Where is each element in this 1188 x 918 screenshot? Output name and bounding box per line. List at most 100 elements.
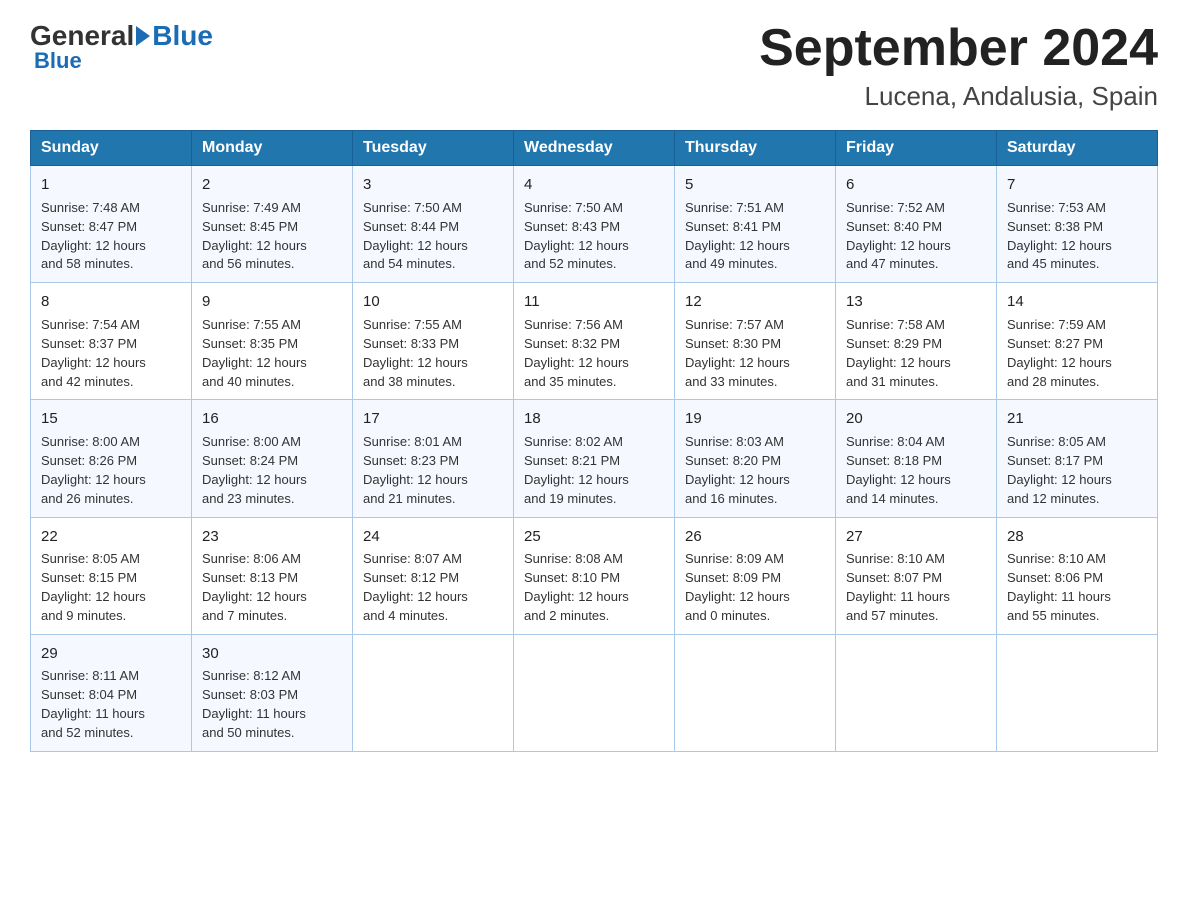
weekday-header-wednesday: Wednesday — [514, 131, 675, 166]
day-info: Sunrise: 8:08 AMSunset: 8:10 PMDaylight:… — [524, 550, 664, 625]
weekday-header-sunday: Sunday — [31, 131, 192, 166]
day-info: Sunrise: 7:56 AMSunset: 8:32 PMDaylight:… — [524, 316, 664, 391]
day-info: Sunrise: 8:00 AMSunset: 8:24 PMDaylight:… — [202, 433, 342, 508]
day-number: 15 — [41, 408, 181, 430]
calendar-cell: 1 Sunrise: 7:48 AMSunset: 8:47 PMDayligh… — [31, 166, 192, 283]
calendar-subtitle: Lucena, Andalusia, Spain — [759, 81, 1158, 112]
calendar-cell: 19 Sunrise: 8:03 AMSunset: 8:20 PMDaylig… — [675, 400, 836, 517]
week-row-2: 8 Sunrise: 7:54 AMSunset: 8:37 PMDayligh… — [31, 283, 1158, 400]
calendar-cell: 13 Sunrise: 7:58 AMSunset: 8:29 PMDaylig… — [836, 283, 997, 400]
day-number: 22 — [41, 526, 181, 548]
calendar-cell: 26 Sunrise: 8:09 AMSunset: 8:09 PMDaylig… — [675, 517, 836, 634]
calendar-cell: 25 Sunrise: 8:08 AMSunset: 8:10 PMDaylig… — [514, 517, 675, 634]
day-number: 6 — [846, 174, 986, 196]
logo-subtitle: Blue — [30, 48, 82, 74]
calendar-cell — [675, 634, 836, 751]
calendar-cell — [514, 634, 675, 751]
day-info: Sunrise: 7:54 AMSunset: 8:37 PMDaylight:… — [41, 316, 181, 391]
weekday-header-monday: Monday — [192, 131, 353, 166]
calendar-cell — [836, 634, 997, 751]
logo: General Blue Blue — [30, 20, 213, 74]
day-number: 16 — [202, 408, 342, 430]
day-number: 18 — [524, 408, 664, 430]
day-info: Sunrise: 7:48 AMSunset: 8:47 PMDaylight:… — [41, 199, 181, 274]
day-number: 5 — [685, 174, 825, 196]
calendar-cell: 12 Sunrise: 7:57 AMSunset: 8:30 PMDaylig… — [675, 283, 836, 400]
day-number: 10 — [363, 291, 503, 313]
day-number: 27 — [846, 526, 986, 548]
calendar-cell: 20 Sunrise: 8:04 AMSunset: 8:18 PMDaylig… — [836, 400, 997, 517]
day-number: 7 — [1007, 174, 1147, 196]
day-info: Sunrise: 8:10 AMSunset: 8:07 PMDaylight:… — [846, 550, 986, 625]
day-info: Sunrise: 8:00 AMSunset: 8:26 PMDaylight:… — [41, 433, 181, 508]
day-info: Sunrise: 7:50 AMSunset: 8:44 PMDaylight:… — [363, 199, 503, 274]
calendar-cell — [353, 634, 514, 751]
day-number: 19 — [685, 408, 825, 430]
calendar-cell: 15 Sunrise: 8:00 AMSunset: 8:26 PMDaylig… — [31, 400, 192, 517]
logo-blue-text: Blue — [152, 20, 213, 52]
title-area: September 2024 Lucena, Andalusia, Spain — [759, 20, 1158, 112]
calendar-cell: 10 Sunrise: 7:55 AMSunset: 8:33 PMDaylig… — [353, 283, 514, 400]
day-number: 4 — [524, 174, 664, 196]
weekday-header-tuesday: Tuesday — [353, 131, 514, 166]
day-info: Sunrise: 8:04 AMSunset: 8:18 PMDaylight:… — [846, 433, 986, 508]
calendar-cell: 11 Sunrise: 7:56 AMSunset: 8:32 PMDaylig… — [514, 283, 675, 400]
day-number: 8 — [41, 291, 181, 313]
day-info: Sunrise: 7:53 AMSunset: 8:38 PMDaylight:… — [1007, 199, 1147, 274]
day-info: Sunrise: 8:03 AMSunset: 8:20 PMDaylight:… — [685, 433, 825, 508]
calendar-cell: 17 Sunrise: 8:01 AMSunset: 8:23 PMDaylig… — [353, 400, 514, 517]
day-number: 12 — [685, 291, 825, 313]
calendar-cell: 30 Sunrise: 8:12 AMSunset: 8:03 PMDaylig… — [192, 634, 353, 751]
page-header: General Blue Blue September 2024 Lucena,… — [30, 20, 1158, 112]
day-number: 30 — [202, 643, 342, 665]
day-number: 23 — [202, 526, 342, 548]
day-number: 9 — [202, 291, 342, 313]
day-info: Sunrise: 7:52 AMSunset: 8:40 PMDaylight:… — [846, 199, 986, 274]
day-info: Sunrise: 7:49 AMSunset: 8:45 PMDaylight:… — [202, 199, 342, 274]
day-number: 26 — [685, 526, 825, 548]
day-number: 13 — [846, 291, 986, 313]
calendar-cell: 2 Sunrise: 7:49 AMSunset: 8:45 PMDayligh… — [192, 166, 353, 283]
calendar-title: September 2024 — [759, 20, 1158, 77]
day-info: Sunrise: 8:11 AMSunset: 8:04 PMDaylight:… — [41, 667, 181, 742]
week-row-3: 15 Sunrise: 8:00 AMSunset: 8:26 PMDaylig… — [31, 400, 1158, 517]
day-number: 3 — [363, 174, 503, 196]
day-number: 24 — [363, 526, 503, 548]
day-number: 21 — [1007, 408, 1147, 430]
calendar-cell: 7 Sunrise: 7:53 AMSunset: 8:38 PMDayligh… — [997, 166, 1158, 283]
day-number: 14 — [1007, 291, 1147, 313]
calendar-cell: 29 Sunrise: 8:11 AMSunset: 8:04 PMDaylig… — [31, 634, 192, 751]
day-number: 25 — [524, 526, 664, 548]
day-info: Sunrise: 7:58 AMSunset: 8:29 PMDaylight:… — [846, 316, 986, 391]
week-row-5: 29 Sunrise: 8:11 AMSunset: 8:04 PMDaylig… — [31, 634, 1158, 751]
calendar-cell: 3 Sunrise: 7:50 AMSunset: 8:44 PMDayligh… — [353, 166, 514, 283]
calendar-cell: 5 Sunrise: 7:51 AMSunset: 8:41 PMDayligh… — [675, 166, 836, 283]
day-info: Sunrise: 7:51 AMSunset: 8:41 PMDaylight:… — [685, 199, 825, 274]
calendar-cell: 28 Sunrise: 8:10 AMSunset: 8:06 PMDaylig… — [997, 517, 1158, 634]
day-info: Sunrise: 8:10 AMSunset: 8:06 PMDaylight:… — [1007, 550, 1147, 625]
calendar-cell: 8 Sunrise: 7:54 AMSunset: 8:37 PMDayligh… — [31, 283, 192, 400]
day-info: Sunrise: 8:05 AMSunset: 8:17 PMDaylight:… — [1007, 433, 1147, 508]
weekday-header-row: SundayMondayTuesdayWednesdayThursdayFrid… — [31, 131, 1158, 166]
calendar-cell: 4 Sunrise: 7:50 AMSunset: 8:43 PMDayligh… — [514, 166, 675, 283]
calendar-cell: 14 Sunrise: 7:59 AMSunset: 8:27 PMDaylig… — [997, 283, 1158, 400]
day-number: 2 — [202, 174, 342, 196]
week-row-1: 1 Sunrise: 7:48 AMSunset: 8:47 PMDayligh… — [31, 166, 1158, 283]
day-info: Sunrise: 8:12 AMSunset: 8:03 PMDaylight:… — [202, 667, 342, 742]
day-info: Sunrise: 8:05 AMSunset: 8:15 PMDaylight:… — [41, 550, 181, 625]
calendar-cell: 22 Sunrise: 8:05 AMSunset: 8:15 PMDaylig… — [31, 517, 192, 634]
weekday-header-thursday: Thursday — [675, 131, 836, 166]
weekday-header-friday: Friday — [836, 131, 997, 166]
day-number: 1 — [41, 174, 181, 196]
calendar-cell: 9 Sunrise: 7:55 AMSunset: 8:35 PMDayligh… — [192, 283, 353, 400]
day-number: 11 — [524, 291, 664, 313]
day-info: Sunrise: 7:59 AMSunset: 8:27 PMDaylight:… — [1007, 316, 1147, 391]
calendar-cell: 16 Sunrise: 8:00 AMSunset: 8:24 PMDaylig… — [192, 400, 353, 517]
day-info: Sunrise: 8:07 AMSunset: 8:12 PMDaylight:… — [363, 550, 503, 625]
calendar-cell — [997, 634, 1158, 751]
day-info: Sunrise: 7:55 AMSunset: 8:33 PMDaylight:… — [363, 316, 503, 391]
day-number: 29 — [41, 643, 181, 665]
calendar-cell: 23 Sunrise: 8:06 AMSunset: 8:13 PMDaylig… — [192, 517, 353, 634]
logo-arrow-icon — [136, 26, 150, 46]
day-number: 28 — [1007, 526, 1147, 548]
